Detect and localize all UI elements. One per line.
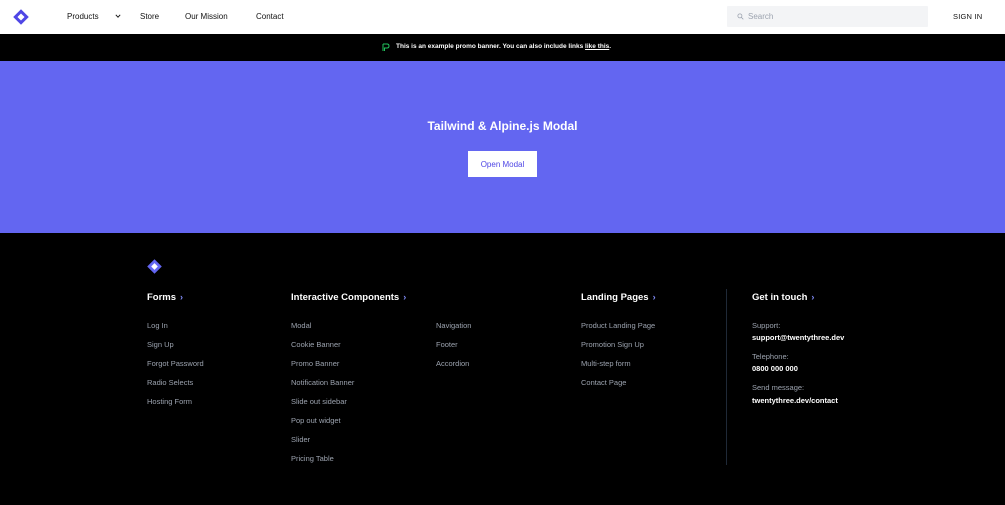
send-message-label: Send message: bbox=[752, 383, 805, 392]
footer-heading-contact-label: Get in touch bbox=[752, 292, 808, 303]
promo-message: This is an example promo banner. You can… bbox=[396, 43, 584, 50]
logo-icon[interactable] bbox=[13, 9, 29, 25]
nav-store[interactable]: Store bbox=[140, 12, 159, 21]
support-label: Support: bbox=[752, 321, 781, 330]
footer-link-hosting-form[interactable]: Hosting Form bbox=[147, 397, 192, 406]
promo-link[interactable]: like this bbox=[585, 43, 609, 50]
chevron-down-icon bbox=[115, 14, 121, 18]
promo-end: . bbox=[609, 43, 612, 50]
hero-title: Tailwind & Alpine.js Modal bbox=[427, 119, 578, 133]
telephone-label: Telephone: bbox=[752, 352, 789, 361]
footer-link-modal[interactable]: Modal bbox=[291, 321, 311, 330]
support-email-link[interactable]: support@twentythree.dev bbox=[752, 333, 844, 342]
footer-heading-get-in-touch[interactable]: Get in touch › bbox=[752, 292, 814, 303]
chevron-right-icon: › bbox=[180, 292, 184, 302]
nav-contact[interactable]: Contact bbox=[256, 12, 284, 21]
footer-link-contact-page[interactable]: Contact Page bbox=[581, 378, 626, 387]
footer-divider bbox=[726, 289, 727, 465]
footer-link-navigation[interactable]: Navigation bbox=[436, 321, 471, 330]
sign-in-link[interactable]: SIGN IN bbox=[953, 12, 982, 21]
promo-banner: This is an example promo banner. You can… bbox=[0, 34, 1005, 61]
hero-section: Tailwind & Alpine.js Modal Open Modal bbox=[0, 61, 1005, 233]
footer-link-promo-banner[interactable]: Promo Banner bbox=[291, 359, 339, 368]
footer-link-cookie-banner[interactable]: Cookie Banner bbox=[291, 340, 341, 349]
footer-link-radio-selects[interactable]: Radio Selects bbox=[147, 378, 193, 387]
footer-link-notification-banner[interactable]: Notification Banner bbox=[291, 378, 354, 387]
footer-logo-icon[interactable] bbox=[147, 259, 162, 274]
open-modal-button[interactable]: Open Modal bbox=[468, 151, 537, 177]
search-box[interactable] bbox=[727, 6, 928, 27]
footer-link-accordion[interactable]: Accordion bbox=[436, 359, 469, 368]
footer-link-log-in[interactable]: Log In bbox=[147, 321, 168, 330]
chevron-right-icon: › bbox=[811, 292, 815, 302]
tag-icon bbox=[382, 43, 390, 51]
footer-link-product-landing-page[interactable]: Product Landing Page bbox=[581, 321, 655, 330]
nav-products[interactable]: Products bbox=[67, 12, 121, 21]
site-footer: Forms › Log In Sign Up Forgot Password Ra… bbox=[0, 233, 1005, 505]
footer-link-promotion-sign-up[interactable]: Promotion Sign Up bbox=[581, 340, 644, 349]
nav-our-mission[interactable]: Our Mission bbox=[185, 12, 228, 21]
site-header: Products Store Our Mission Contact SIGN … bbox=[0, 0, 1005, 34]
footer-link-slide-out-sidebar[interactable]: Slide out sidebar bbox=[291, 397, 347, 406]
footer-heading-interactive-label: Interactive Components bbox=[291, 292, 400, 303]
footer-link-pop-out-widget[interactable]: Pop out widget bbox=[291, 416, 341, 425]
contact-page-link[interactable]: twentythree.dev/contact bbox=[752, 396, 838, 405]
promo-text: This is an example promo banner. You can… bbox=[396, 43, 611, 50]
footer-link-sign-up[interactable]: Sign Up bbox=[147, 340, 174, 349]
footer-heading-landing-label: Landing Pages bbox=[581, 292, 649, 303]
chevron-right-icon: › bbox=[403, 292, 407, 302]
footer-heading-landing-pages[interactable]: Landing Pages › bbox=[581, 292, 656, 303]
nav-products-label: Products bbox=[67, 12, 99, 21]
footer-heading-interactive-components[interactable]: Interactive Components › bbox=[291, 292, 406, 303]
footer-link-footer[interactable]: Footer bbox=[436, 340, 458, 349]
footer-link-multi-step-form[interactable]: Multi-step form bbox=[581, 359, 631, 368]
footer-heading-forms-label: Forms bbox=[147, 292, 177, 303]
footer-link-forgot-password[interactable]: Forgot Password bbox=[147, 359, 204, 368]
search-input[interactable] bbox=[748, 6, 923, 27]
footer-link-pricing-table[interactable]: Pricing Table bbox=[291, 454, 334, 463]
chevron-right-icon: › bbox=[652, 292, 656, 302]
search-icon bbox=[737, 13, 744, 20]
footer-link-slider[interactable]: Slider bbox=[291, 435, 310, 444]
telephone-link[interactable]: 0800 000 000 bbox=[752, 364, 798, 373]
footer-heading-forms[interactable]: Forms › bbox=[147, 292, 183, 303]
